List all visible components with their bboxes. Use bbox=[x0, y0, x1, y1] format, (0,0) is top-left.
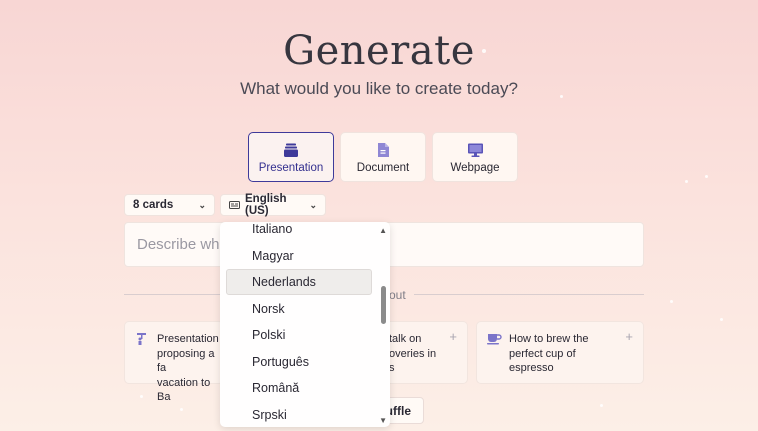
chevron-down-icon: ⌄ bbox=[198, 199, 206, 210]
language-value: English (US) bbox=[245, 193, 287, 217]
stack-icon bbox=[283, 142, 299, 158]
page-title: Generate bbox=[283, 28, 475, 74]
language-dropdown-list[interactable]: Italiano Magyar Nederlands Norsk Polski … bbox=[220, 222, 390, 427]
sparkle bbox=[670, 300, 673, 303]
example-text-line: s bbox=[389, 362, 395, 374]
example-card[interactable]: talk on overies in s + bbox=[380, 321, 468, 384]
language-option-magyar[interactable]: Magyar bbox=[226, 243, 372, 269]
type-card-label: Presentation bbox=[258, 162, 324, 174]
page-subtitle: What would you like to create today? bbox=[240, 79, 518, 98]
example-text-line: perfect cup of bbox=[509, 347, 576, 360]
cards-count-select[interactable]: 8 cards ⌄ bbox=[124, 194, 215, 216]
example-text-line: How to brew the bbox=[509, 333, 589, 345]
coffee-cup-icon bbox=[487, 332, 502, 350]
example-text-line: proposing a fa bbox=[157, 347, 215, 375]
cards-count-value: 8 cards bbox=[133, 199, 174, 211]
document-icon bbox=[376, 142, 390, 158]
language-option-srpski[interactable]: Srpski bbox=[226, 402, 372, 427]
example-text-line: vacation to Ba bbox=[157, 376, 211, 404]
example-text-line: overies in bbox=[389, 347, 437, 360]
type-card-label: Document bbox=[356, 162, 410, 174]
scrollbar-thumb[interactable] bbox=[381, 286, 386, 324]
language-option-italiano[interactable]: Italiano bbox=[226, 222, 372, 242]
sparkle bbox=[705, 175, 708, 178]
language-icon bbox=[229, 201, 240, 209]
example-text-line: espresso bbox=[509, 362, 554, 374]
example-card[interactable]: Presentation proposing a fa vacation to … bbox=[124, 321, 224, 403]
add-icon[interactable]: + bbox=[449, 329, 457, 345]
language-select[interactable]: English (US) ⌄ bbox=[220, 193, 326, 217]
language-option-portugues[interactable]: Português bbox=[226, 349, 372, 375]
scroll-up-arrow-icon[interactable]: ▲ bbox=[379, 226, 387, 235]
prompt-input[interactable] bbox=[125, 223, 667, 266]
sparkle bbox=[600, 404, 603, 407]
sparkle bbox=[140, 395, 143, 398]
example-text-line: talk on bbox=[389, 333, 422, 345]
language-option-polski[interactable]: Polski bbox=[226, 322, 372, 348]
sparkle bbox=[685, 180, 688, 183]
language-option-romana[interactable]: Română bbox=[226, 375, 372, 401]
language-option-norsk[interactable]: Norsk bbox=[226, 296, 372, 322]
type-card-webpage[interactable]: Webpage bbox=[432, 132, 518, 182]
scroll-down-arrow-icon[interactable]: ▼ bbox=[379, 416, 387, 425]
sparkle bbox=[720, 318, 723, 321]
examples-divider-label: out bbox=[389, 288, 406, 302]
example-card[interactable]: How to brew the perfect cup of espresso … bbox=[476, 321, 644, 384]
add-icon[interactable]: + bbox=[625, 329, 633, 345]
example-text-line: Presentation bbox=[157, 333, 219, 345]
language-option-nederlands[interactable]: Nederlands bbox=[226, 269, 372, 295]
monitor-icon bbox=[467, 142, 484, 158]
divider bbox=[414, 294, 644, 295]
chevron-down-icon: ⌄ bbox=[309, 199, 317, 210]
presenter-icon bbox=[135, 332, 149, 351]
type-card-document[interactable]: Document bbox=[340, 132, 426, 182]
sparkle bbox=[180, 408, 183, 411]
type-card-presentation[interactable]: Presentation bbox=[248, 132, 334, 182]
type-card-label: Webpage bbox=[450, 162, 500, 174]
